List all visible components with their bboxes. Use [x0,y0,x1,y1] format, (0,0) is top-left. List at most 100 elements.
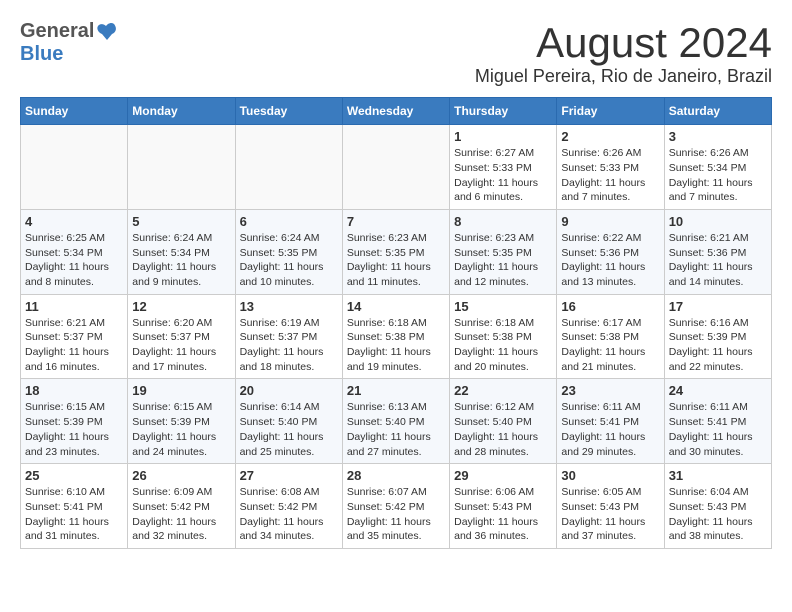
day-number: 7 [347,214,445,229]
calendar-header-row: SundayMondayTuesdayWednesdayThursdayFrid… [21,98,772,125]
day-info: Sunrise: 6:09 AM Sunset: 5:42 PM Dayligh… [132,485,230,544]
header: General Blue August 2024 Miguel Pereira,… [20,20,772,87]
day-number: 15 [454,299,552,314]
day-number: 14 [347,299,445,314]
day-number: 10 [669,214,767,229]
calendar-cell: 24 Sunrise: 6:11 AM Sunset: 5:41 PM Dayli… [664,379,771,464]
day-info: Sunrise: 6:17 AM Sunset: 5:38 PM Dayligh… [561,316,659,375]
calendar-header-saturday: Saturday [664,98,771,125]
calendar-header-monday: Monday [128,98,235,125]
logo: General Blue [20,20,118,66]
calendar-header-wednesday: Wednesday [342,98,449,125]
calendar-cell: 10 Sunrise: 6:21 AM Sunset: 5:36 PM Dayli… [664,209,771,294]
day-info: Sunrise: 6:21 AM Sunset: 5:36 PM Dayligh… [669,231,767,290]
day-info: Sunrise: 6:07 AM Sunset: 5:42 PM Dayligh… [347,485,445,544]
day-number: 23 [561,383,659,398]
calendar-header-friday: Friday [557,98,664,125]
calendar-cell: 15 Sunrise: 6:18 AM Sunset: 5:38 PM Dayli… [450,294,557,379]
day-number: 4 [25,214,123,229]
calendar-cell: 28 Sunrise: 6:07 AM Sunset: 5:42 PM Dayli… [342,464,449,549]
calendar-cell: 2 Sunrise: 6:26 AM Sunset: 5:33 PM Daylig… [557,125,664,210]
day-info: Sunrise: 6:26 AM Sunset: 5:33 PM Dayligh… [561,146,659,205]
calendar-cell: 31Sunrise: 6:04 AM Sunset: 5:43 PM Dayli… [664,464,771,549]
day-info: Sunrise: 6:06 AM Sunset: 5:43 PM Dayligh… [454,485,552,544]
day-number: 28 [347,468,445,483]
calendar-cell: 16Sunrise: 6:17 AM Sunset: 5:38 PM Dayli… [557,294,664,379]
logo-blue: Blue [20,43,63,66]
title-section: August 2024 Miguel Pereira, Rio de Janei… [475,20,772,87]
calendar-cell [342,125,449,210]
day-info: Sunrise: 6:10 AM Sunset: 5:41 PM Dayligh… [25,485,123,544]
day-number: 24 [669,383,767,398]
day-number: 29 [454,468,552,483]
day-info: Sunrise: 6:19 AM Sunset: 5:37 PM Dayligh… [240,316,338,375]
calendar-cell: 12Sunrise: 6:20 AM Sunset: 5:37 PM Dayli… [128,294,235,379]
day-info: Sunrise: 6:15 AM Sunset: 5:39 PM Dayligh… [25,400,123,459]
calendar-cell: 18 Sunrise: 6:15 AM Sunset: 5:39 PM Dayli… [21,379,128,464]
day-info: Sunrise: 6:05 AM Sunset: 5:43 PM Dayligh… [561,485,659,544]
day-info: Sunrise: 6:04 AM Sunset: 5:43 PM Dayligh… [669,485,767,544]
calendar-cell: 25 Sunrise: 6:10 AM Sunset: 5:41 PM Dayli… [21,464,128,549]
calendar-cell: 30Sunrise: 6:05 AM Sunset: 5:43 PM Dayli… [557,464,664,549]
day-info: Sunrise: 6:11 AM Sunset: 5:41 PM Dayligh… [669,400,767,459]
calendar-cell: 3Sunrise: 6:26 AM Sunset: 5:34 PM Daylig… [664,125,771,210]
calendar-cell [21,125,128,210]
calendar-cell: 5 Sunrise: 6:24 AM Sunset: 5:34 PM Daylig… [128,209,235,294]
day-number: 27 [240,468,338,483]
day-info: Sunrise: 6:23 AM Sunset: 5:35 PM Dayligh… [347,231,445,290]
day-number: 25 [25,468,123,483]
day-info: Sunrise: 6:18 AM Sunset: 5:38 PM Dayligh… [347,316,445,375]
logo-bird-icon [96,22,118,42]
calendar-header-sunday: Sunday [21,98,128,125]
calendar-cell: 20 Sunrise: 6:14 AM Sunset: 5:40 PM Dayli… [235,379,342,464]
day-number: 5 [132,214,230,229]
calendar-header-thursday: Thursday [450,98,557,125]
calendar-week-2: 4 Sunrise: 6:25 AM Sunset: 5:34 PM Daylig… [21,209,772,294]
day-info: Sunrise: 6:14 AM Sunset: 5:40 PM Dayligh… [240,400,338,459]
calendar-week-4: 18 Sunrise: 6:15 AM Sunset: 5:39 PM Dayli… [21,379,772,464]
subtitle: Miguel Pereira, Rio de Janeiro, Brazil [475,66,772,87]
day-number: 1 [454,129,552,144]
calendar-cell: 23 Sunrise: 6:11 AM Sunset: 5:41 PM Dayli… [557,379,664,464]
day-number: 2 [561,129,659,144]
day-info: Sunrise: 6:13 AM Sunset: 5:40 PM Dayligh… [347,400,445,459]
day-info: Sunrise: 6:23 AM Sunset: 5:35 PM Dayligh… [454,231,552,290]
day-number: 12 [132,299,230,314]
logo-general: General [20,20,94,43]
day-number: 19 [132,383,230,398]
calendar-cell: 14 Sunrise: 6:18 AM Sunset: 5:38 PM Dayli… [342,294,449,379]
calendar-cell: 29 Sunrise: 6:06 AM Sunset: 5:43 PM Dayli… [450,464,557,549]
day-number: 20 [240,383,338,398]
day-info: Sunrise: 6:22 AM Sunset: 5:36 PM Dayligh… [561,231,659,290]
day-info: Sunrise: 6:27 AM Sunset: 5:33 PM Dayligh… [454,146,552,205]
day-info: Sunrise: 6:08 AM Sunset: 5:42 PM Dayligh… [240,485,338,544]
day-info: Sunrise: 6:24 AM Sunset: 5:35 PM Dayligh… [240,231,338,290]
day-number: 18 [25,383,123,398]
day-number: 13 [240,299,338,314]
calendar-cell: 7 Sunrise: 6:23 AM Sunset: 5:35 PM Daylig… [342,209,449,294]
calendar-cell: 27 Sunrise: 6:08 AM Sunset: 5:42 PM Dayli… [235,464,342,549]
day-number: 3 [669,129,767,144]
calendar-week-1: 1 Sunrise: 6:27 AM Sunset: 5:33 PM Daylig… [21,125,772,210]
calendar-cell: 22Sunrise: 6:12 AM Sunset: 5:40 PM Dayli… [450,379,557,464]
day-info: Sunrise: 6:25 AM Sunset: 5:34 PM Dayligh… [25,231,123,290]
day-number: 11 [25,299,123,314]
calendar-cell [128,125,235,210]
day-info: Sunrise: 6:11 AM Sunset: 5:41 PM Dayligh… [561,400,659,459]
day-number: 9 [561,214,659,229]
day-number: 8 [454,214,552,229]
calendar-cell [235,125,342,210]
calendar-week-5: 25 Sunrise: 6:10 AM Sunset: 5:41 PM Dayli… [21,464,772,549]
day-info: Sunrise: 6:18 AM Sunset: 5:38 PM Dayligh… [454,316,552,375]
calendar-week-3: 11Sunrise: 6:21 AM Sunset: 5:37 PM Dayli… [21,294,772,379]
calendar: SundayMondayTuesdayWednesdayThursdayFrid… [20,97,772,549]
calendar-cell: 1 Sunrise: 6:27 AM Sunset: 5:33 PM Daylig… [450,125,557,210]
calendar-cell: 4 Sunrise: 6:25 AM Sunset: 5:34 PM Daylig… [21,209,128,294]
calendar-header-tuesday: Tuesday [235,98,342,125]
day-number: 6 [240,214,338,229]
calendar-cell: 11Sunrise: 6:21 AM Sunset: 5:37 PM Dayli… [21,294,128,379]
day-info: Sunrise: 6:24 AM Sunset: 5:34 PM Dayligh… [132,231,230,290]
day-number: 26 [132,468,230,483]
day-info: Sunrise: 6:16 AM Sunset: 5:39 PM Dayligh… [669,316,767,375]
day-info: Sunrise: 6:12 AM Sunset: 5:40 PM Dayligh… [454,400,552,459]
